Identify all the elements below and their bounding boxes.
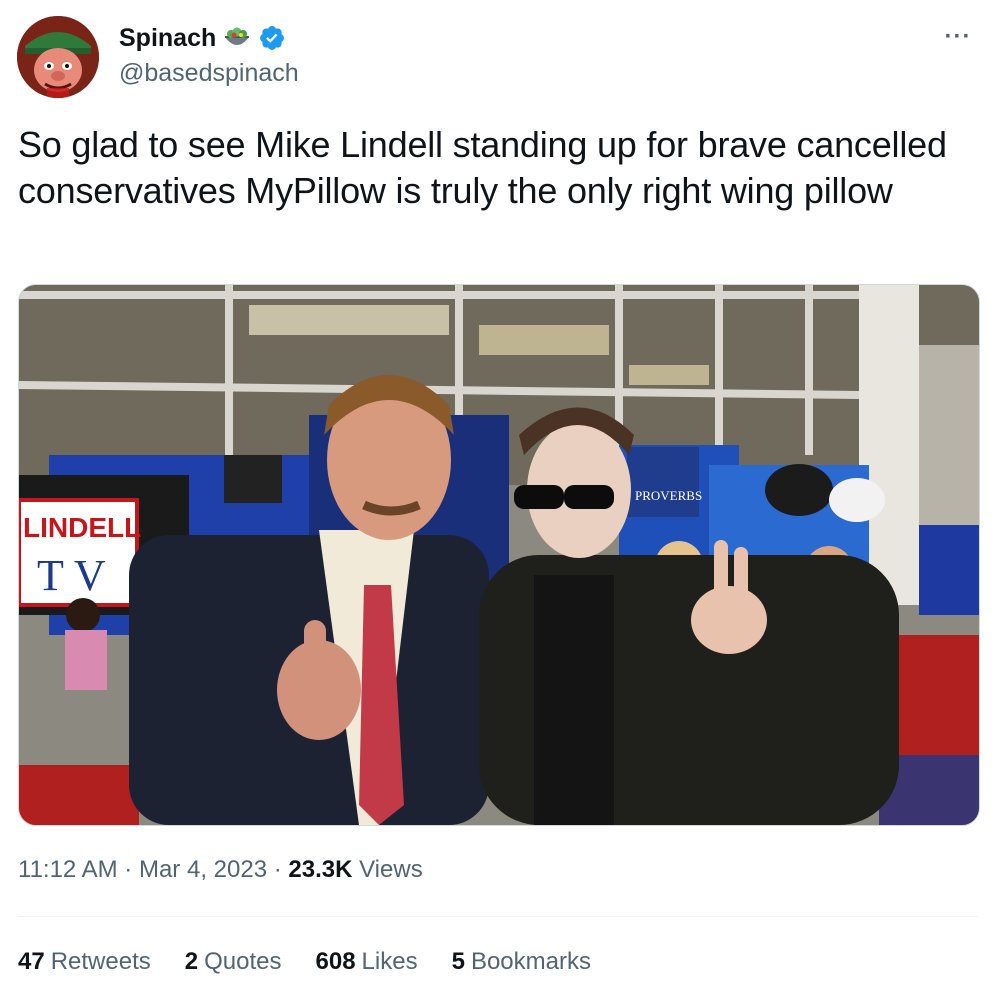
proverbs-sign-text: PROVERBS (635, 488, 702, 503)
bookmarks-label: Bookmarks (470, 948, 591, 975)
tweet-time-link[interactable]: 11:12 AM · Mar 4, 2023 (18, 856, 267, 883)
retweets-label: Retweets (50, 948, 151, 975)
quotes-stat[interactable]: 2 Quotes (185, 947, 282, 977)
salad-emoji-icon (222, 23, 252, 53)
tweet-text: So glad to see Mike Lindell standing up … (18, 124, 947, 211)
likes-stat[interactable]: 608 Likes (316, 947, 418, 977)
tweet-card: Spinach @basedspinach ··· So glad to see… (0, 0, 996, 996)
engagement-stats: 47 Retweets 2 Quotes 608 Likes 5 Bookmarks (18, 947, 591, 977)
quotes-count: 2 (184, 948, 199, 975)
author-name-row: Spinach (119, 22, 286, 54)
tweet-time: 11:12 AM (18, 856, 118, 883)
more-options-icon: ··· (944, 23, 972, 50)
divider (18, 916, 978, 917)
lindell-sign-text: LINDELL (23, 512, 141, 543)
tweet-date: Mar 4, 2023 (138, 856, 268, 883)
likes-label: Likes (361, 948, 418, 975)
tv-sign-text: TV (37, 551, 116, 600)
likes-count: 608 (315, 948, 356, 975)
retweets-stat[interactable]: 47 Retweets (18, 947, 151, 977)
author-display-name[interactable]: Spinach (119, 22, 216, 54)
author-handle[interactable]: @basedspinach (119, 58, 299, 88)
bookmarks-count: 5 (451, 948, 465, 975)
views-label: Views (359, 856, 423, 883)
verified-badge-icon[interactable] (258, 24, 286, 52)
tweet-meta: 11:12 AM · Mar 4, 2023 · 23.3K Views (18, 855, 423, 885)
retweets-count: 47 (18, 948, 45, 975)
more-options-button[interactable]: ··· (938, 22, 978, 52)
views-count: 23.3K (288, 856, 353, 883)
avatar[interactable] (17, 16, 99, 98)
meta-separator: · (124, 856, 133, 883)
bookmarks-stat[interactable]: 5 Bookmarks (452, 947, 591, 977)
tweet-photo[interactable]: LINDELL TV PROVERBS (18, 284, 980, 826)
quotes-label: Quotes (204, 948, 282, 975)
meta-separator: · (273, 856, 282, 883)
